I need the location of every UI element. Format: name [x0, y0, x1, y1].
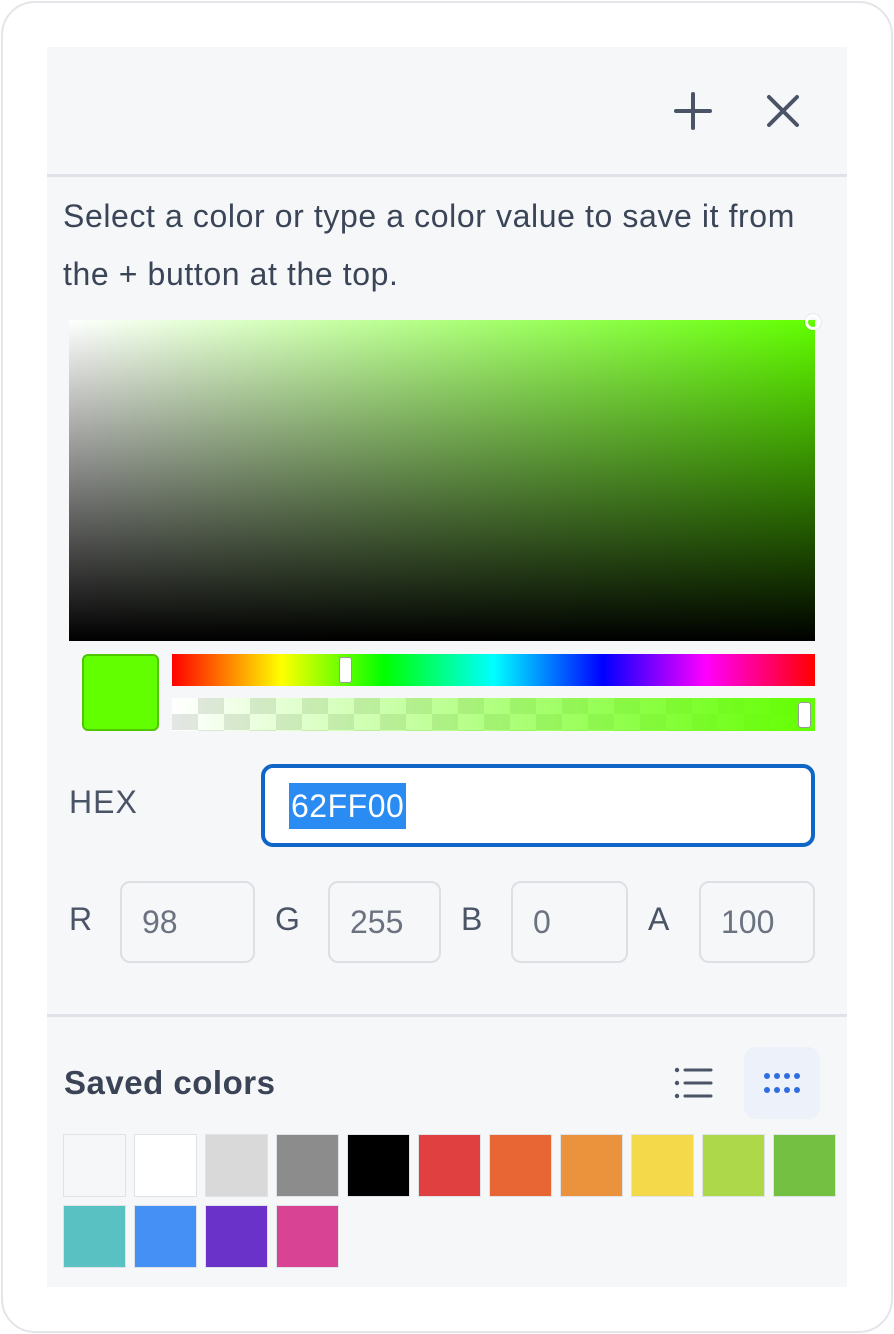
alpha-slider[interactable] [172, 698, 815, 731]
saved-color-swatch[interactable] [489, 1134, 552, 1197]
saved-color-swatch[interactable] [276, 1205, 339, 1268]
red-input[interactable]: 98 [120, 881, 255, 963]
saved-color-swatch[interactable] [134, 1205, 197, 1268]
grid-dots-icon [764, 1073, 800, 1093]
saved-color-swatch[interactable] [205, 1205, 268, 1268]
add-color-button[interactable] [665, 83, 721, 139]
green-input[interactable]: 255 [328, 881, 441, 963]
hex-label: HEX [69, 784, 138, 820]
saved-color-swatch[interactable] [631, 1134, 694, 1197]
saved-color-swatch[interactable] [63, 1205, 126, 1268]
hue-slider-handle[interactable] [339, 657, 352, 683]
grid-view-button[interactable] [744, 1047, 820, 1119]
alpha-slider-handle[interactable] [798, 702, 811, 728]
section-divider [47, 1014, 847, 1017]
list-view-button[interactable] [664, 1047, 724, 1119]
saved-color-swatch[interactable] [702, 1134, 765, 1197]
saved-color-swatch[interactable] [205, 1134, 268, 1197]
panel-header [47, 47, 847, 177]
saturation-value-handle[interactable] [805, 314, 821, 330]
color-picker-panel: Select a color or type a color value to … [47, 47, 847, 1287]
hex-input[interactable]: 62FF00 [261, 764, 815, 847]
blue-label: B [461, 901, 483, 937]
saved-color-swatch[interactable] [134, 1134, 197, 1197]
saved-color-swatch[interactable] [63, 1134, 126, 1197]
hue-slider[interactable] [172, 654, 815, 686]
saturation-value-area[interactable] [69, 320, 815, 641]
blue-input[interactable]: 0 [511, 881, 628, 963]
green-label: G [275, 901, 300, 937]
saved-color-swatch[interactable] [418, 1134, 481, 1197]
alpha-input[interactable]: 100 [699, 881, 815, 963]
plus-icon [674, 92, 712, 130]
close-button[interactable] [755, 83, 811, 139]
current-color-preview [82, 654, 159, 731]
saved-colors-title: Saved colors [64, 1064, 276, 1101]
red-label: R [69, 901, 93, 937]
hex-value: 62FF00 [289, 782, 407, 829]
alpha-label: A [648, 901, 670, 937]
saved-color-swatch[interactable] [773, 1134, 836, 1197]
saved-color-swatch[interactable] [347, 1134, 410, 1197]
saved-color-swatch[interactable] [560, 1134, 623, 1197]
list-icon [674, 1067, 713, 1099]
instructions-text: Select a color or type a color value to … [63, 198, 795, 292]
saved-color-swatch[interactable] [276, 1134, 339, 1197]
close-icon [767, 95, 799, 127]
